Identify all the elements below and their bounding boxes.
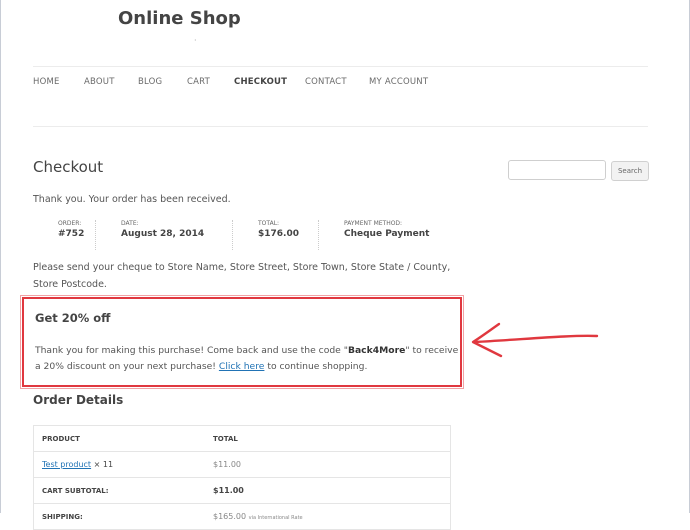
- nav-my-account[interactable]: MY ACCOUNT: [369, 77, 428, 87]
- site-title[interactable]: Online Shop: [118, 8, 241, 29]
- shipping-cell: $165.00 via International Rate: [205, 503, 451, 530]
- search-input[interactable]: [508, 160, 606, 180]
- total-label: TOTAL:: [258, 220, 280, 227]
- site-tagline: ·: [194, 36, 197, 45]
- shipping-value: $165.00: [213, 512, 247, 521]
- nav-about[interactable]: ABOUT: [84, 77, 115, 87]
- product-link[interactable]: Test product: [42, 460, 91, 469]
- order-details-table: PRODUCT TOTAL Test product × 11 $11.00 C…: [33, 425, 451, 530]
- date-label: DATE:: [121, 220, 139, 227]
- overview-total: TOTAL: $176.00: [232, 220, 299, 250]
- promo-heading: Get 20% off: [35, 311, 111, 325]
- promo-text: Thank you for making this purchase! Come…: [35, 343, 460, 375]
- order-label: ORDER:: [58, 220, 82, 227]
- table-row: Test product × 11 $11.00: [33, 451, 451, 478]
- nav-divider: [33, 126, 648, 127]
- payment-label: PAYMENT METHOD:: [344, 220, 403, 227]
- order-total: $176.00: [258, 229, 299, 239]
- search-button[interactable]: Search: [611, 161, 649, 181]
- order-received-message: Thank you. Your order has been received.: [33, 194, 231, 205]
- nav-checkout[interactable]: CHECKOUT: [234, 77, 287, 87]
- order-details-title: Order Details: [33, 393, 124, 407]
- overview-order: ORDER: #752: [33, 220, 84, 250]
- continue-shopping-link[interactable]: Click here: [219, 361, 265, 372]
- promo-code: Back4More: [347, 345, 406, 356]
- nav-blog[interactable]: BLOG: [138, 77, 162, 87]
- table-row: CART SUBTOTAL: $11.00: [33, 477, 451, 504]
- product-total: $11.00: [205, 451, 451, 478]
- order-date: August 28, 2014: [121, 229, 205, 239]
- nav-cart[interactable]: CART: [187, 77, 210, 87]
- product-cell: Test product × 11: [33, 451, 205, 478]
- table-row: SHIPPING: $165.00 via International Rate: [33, 503, 451, 530]
- cheque-instructions: Please send your cheque to Store Name, S…: [33, 262, 451, 290]
- payment-method: Cheque Payment: [344, 229, 430, 239]
- shipping-label: SHIPPING:: [33, 503, 205, 530]
- nav-home[interactable]: HOME: [33, 77, 60, 87]
- order-overview: ORDER: #752 DATE: August 28, 2014 TOTAL:…: [33, 220, 453, 250]
- subtotal-value: $11.00: [205, 477, 451, 504]
- overview-date: DATE: August 28, 2014: [95, 220, 204, 250]
- subtotal-label: CART SUBTOTAL:: [33, 477, 205, 504]
- promo-box: Get 20% off Thank you for making this pu…: [20, 295, 464, 389]
- overview-payment: PAYMENT METHOD: Cheque Payment: [318, 220, 429, 250]
- table-header-row: PRODUCT TOTAL: [33, 425, 451, 452]
- product-qty: × 11: [93, 460, 114, 469]
- order-number: #752: [58, 229, 85, 239]
- shipping-note: via International Rate: [248, 515, 303, 521]
- promo-text-after: to continue shopping.: [264, 361, 368, 372]
- nav-contact[interactable]: CONTACT: [305, 77, 347, 87]
- header-total: TOTAL: [205, 425, 451, 452]
- header-product: PRODUCT: [33, 425, 205, 452]
- promo-text-before: Thank you for making this purchase! Come…: [35, 345, 348, 356]
- page-title: Checkout: [33, 158, 104, 176]
- main-navigation: HOME ABOUT BLOG CART CHECKOUT CONTACT MY…: [33, 66, 648, 127]
- red-arrow-annotation: [471, 322, 599, 358]
